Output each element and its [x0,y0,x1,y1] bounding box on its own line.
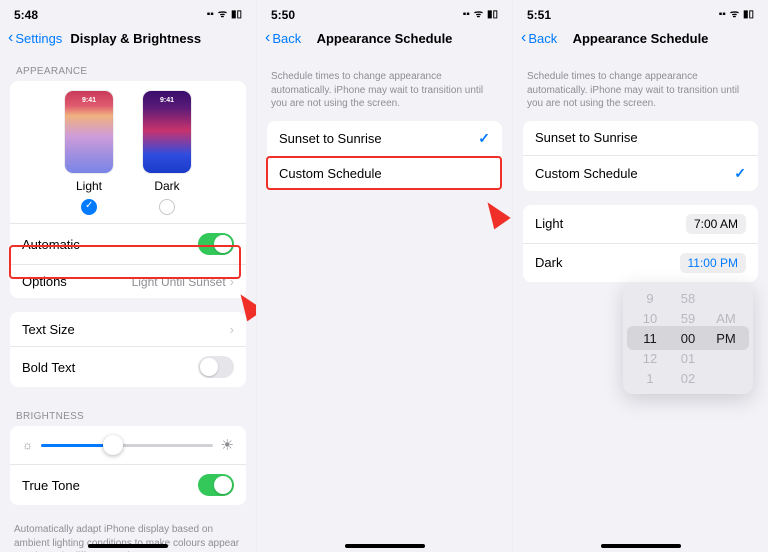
back-label: Settings [15,31,62,46]
schedule-help: Schedule times to change appearance auto… [513,56,768,121]
status-time: 5:48 [14,8,38,22]
wifi-icon: ᯤ [730,10,739,20]
screen-display-brightness: 5:48 ▪▪ ᯤ ▮▯ ‹ Settings Display & Bright… [0,0,256,552]
signal-icon: ▪▪ [207,10,214,20]
brightness-group: ☼ ☀ True Tone [10,426,246,505]
custom-times: Light 7:00 AM Dark 11:00 PM [523,205,758,282]
chevron-right-icon: › [230,322,234,337]
options-row[interactable]: Options Light Until Sunset › [10,264,246,298]
mode-light[interactable]: 9:41 Light [65,91,113,215]
mode-light-label: Light [76,179,102,193]
schedule-options: Sunset to Sunrise ✓ Custom Schedule [267,121,502,190]
brightness-header: BRIGHTNESS [0,401,256,426]
home-indicator [601,544,681,548]
time-picker[interactable]: 958 1059AM 1100PM 1201 102 [623,282,753,394]
back-button[interactable]: ‹ Back [265,30,301,46]
option-sunset[interactable]: Sunset to Sunrise [523,121,758,155]
text-size-row[interactable]: Text Size › [10,312,246,346]
chevron-left-icon: ‹ [8,30,13,46]
status-time: 5:51 [527,8,551,22]
mode-light-radio[interactable] [81,199,97,215]
back-button[interactable]: ‹ Back [521,30,557,46]
option-custom[interactable]: Custom Schedule ✓ [523,155,758,191]
nav-bar: ‹ Back Appearance Schedule [513,26,768,56]
option-sunset[interactable]: Sunset to Sunrise ✓ [267,121,502,156]
true-tone-row[interactable]: True Tone [10,464,246,505]
chevron-right-icon: › [230,274,234,289]
option-custom[interactable]: Custom Schedule [267,156,502,190]
status-bar: 5:50 ▪▪ ᯤ ▮▯ [257,0,512,26]
back-label: Back [528,31,557,46]
status-icons: ▪▪ ᯤ ▮▯ [207,10,242,20]
status-time: 5:50 [271,8,295,22]
bold-text-switch[interactable] [198,356,234,378]
options-label: Options [22,274,67,289]
brightness-thumb[interactable] [103,435,123,455]
check-icon: ✓ [478,130,490,147]
wifi-icon: ᯤ [218,10,227,20]
chevron-left-icon: ‹ [265,30,270,46]
home-indicator [345,544,425,548]
check-icon: ✓ [734,165,746,182]
mode-dark[interactable]: 9:41 Dark [143,91,191,215]
light-time-row[interactable]: Light 7:00 AM [523,205,758,243]
true-tone-switch[interactable] [198,474,234,496]
battery-icon: ▮▯ [743,10,754,20]
status-bar: 5:48 ▪▪ ᯤ ▮▯ [0,0,256,26]
status-icons: ▪▪ ᯤ ▮▯ [463,10,498,20]
sun-large-icon: ☀ [221,436,234,454]
signal-icon: ▪▪ [719,10,726,20]
page-title: Display & Brightness [70,31,248,46]
light-time-value[interactable]: 7:00 AM [686,214,746,234]
bold-text-row[interactable]: Bold Text [10,346,246,387]
mode-dark-label: Dark [154,179,179,193]
dark-time-value[interactable]: 11:00 PM [680,253,746,273]
dark-thumbnail: 9:41 [143,91,191,173]
brightness-slider[interactable] [41,444,213,447]
automatic-row[interactable]: Automatic [10,223,246,264]
status-icons: ▪▪ ᯤ ▮▯ [719,10,754,20]
automatic-switch[interactable] [198,233,234,255]
nav-bar: ‹ Back Appearance Schedule [257,26,512,56]
brightness-slider-row[interactable]: ☼ ☀ [10,426,246,464]
schedule-options: Sunset to Sunrise Custom Schedule ✓ [523,121,758,191]
screen-appearance-schedule: 5:50 ▪▪ ᯤ ▮▯ ‹ Back Appearance Schedule … [256,0,512,552]
schedule-help: Schedule times to change appearance auto… [257,56,512,121]
light-thumbnail: 9:41 [65,91,113,173]
automatic-label: Automatic [22,237,80,252]
signal-icon: ▪▪ [463,10,470,20]
options-value: Light Until Sunset › [132,274,234,289]
back-button[interactable]: ‹ Settings [8,30,62,46]
dark-time-row[interactable]: Dark 11:00 PM [523,243,758,282]
home-indicator [88,544,168,548]
text-group: Text Size › Bold Text [10,312,246,387]
mode-dark-radio[interactable] [159,199,175,215]
wifi-icon: ᯤ [474,10,483,20]
status-bar: 5:51 ▪▪ ᯤ ▮▯ [513,0,768,26]
nav-bar: ‹ Settings Display & Brightness [0,26,256,56]
battery-icon: ▮▯ [231,10,242,20]
chevron-left-icon: ‹ [521,30,526,46]
appearance-header: APPEARANCE [0,56,256,81]
battery-icon: ▮▯ [487,10,498,20]
appearance-group: 9:41 Light 9:41 Dark Automatic O [10,81,246,298]
appearance-previews: 9:41 Light 9:41 Dark [10,87,246,223]
sun-small-icon: ☼ [22,438,33,452]
screen-custom-schedule: 5:51 ▪▪ ᯤ ▮▯ ‹ Back Appearance Schedule … [512,0,768,552]
back-label: Back [272,31,301,46]
picker-selection-band [627,326,749,350]
